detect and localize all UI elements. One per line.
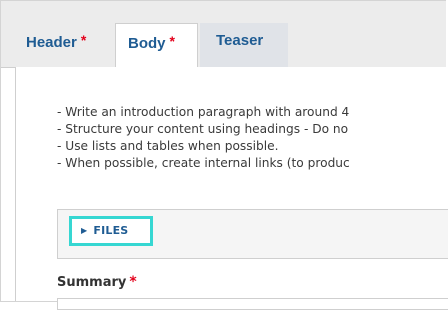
- tab-header-label: Header: [26, 34, 77, 51]
- body-guidelines: - Write an introduction paragraph with a…: [57, 104, 448, 172]
- required-marker: *: [169, 33, 175, 49]
- tab-body[interactable]: Body *: [115, 23, 198, 68]
- required-marker: *: [129, 274, 137, 290]
- summary-label: Summary *: [57, 274, 137, 290]
- tab-body-label: Body: [128, 35, 166, 52]
- summary-field[interactable]: [57, 298, 448, 310]
- required-marker: *: [80, 32, 87, 48]
- guideline-line: - When possible, create internal links (…: [57, 156, 350, 170]
- tab-content-panel: [15, 67, 446, 301]
- files-toggle-button[interactable]: ▶ FILES: [69, 216, 153, 246]
- tab-teaser[interactable]: Teaser: [200, 23, 288, 67]
- tab-bar: Header * Body * Teaser: [1, 1, 446, 68]
- guideline-line: - Structure your content using headings …: [57, 122, 349, 136]
- summary-label-text: Summary: [57, 275, 127, 290]
- triangle-right-icon: ▶: [81, 226, 88, 235]
- tab-teaser-label: Teaser: [216, 32, 264, 49]
- files-label: FILES: [93, 224, 129, 237]
- guideline-line: - Use lists and tables when possible.: [57, 139, 279, 153]
- guideline-line: - Write an introduction paragraph with a…: [57, 105, 350, 119]
- tab-header[interactable]: Header *: [15, 23, 115, 67]
